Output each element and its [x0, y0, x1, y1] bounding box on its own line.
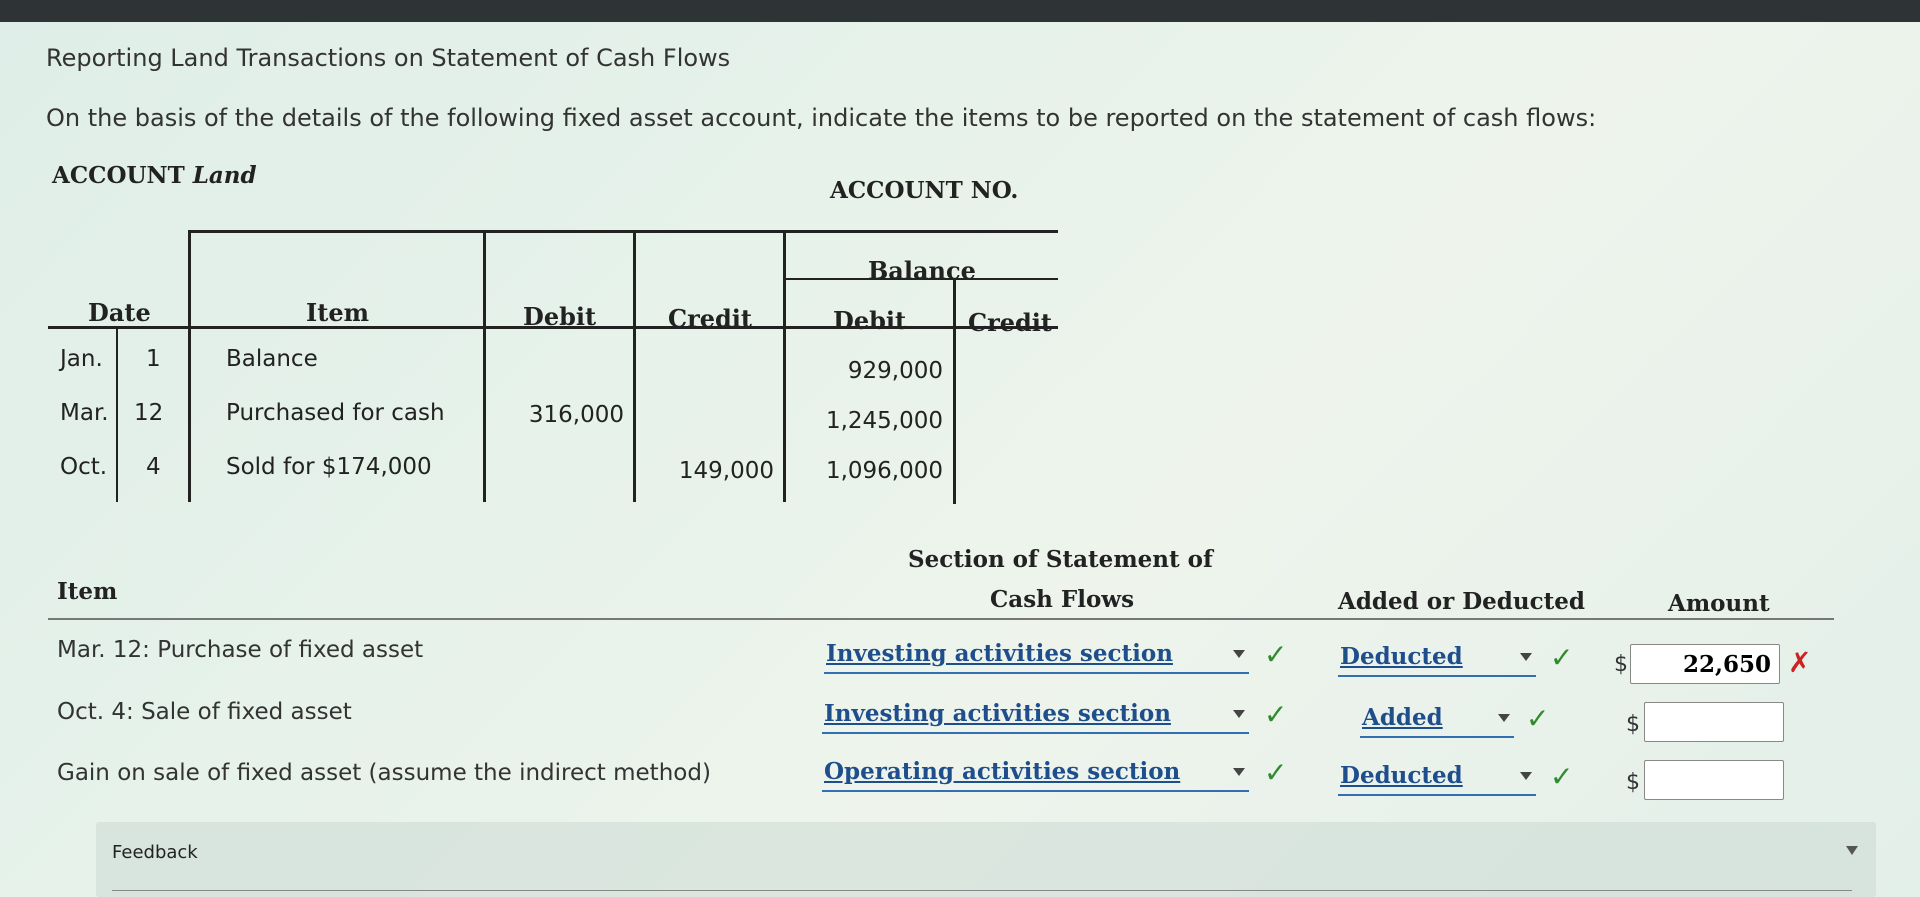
- answer-header-item: Item: [57, 578, 118, 605]
- account-name: ACCOUNT Land: [52, 162, 257, 189]
- row-day: 4: [146, 454, 161, 480]
- feedback-rule: [112, 890, 1852, 891]
- header-date: Date: [88, 298, 151, 327]
- correct-check-icon: ✓: [1550, 641, 1574, 674]
- row-day: 1: [146, 346, 161, 372]
- chevron-down-icon[interactable]: [1846, 846, 1858, 855]
- ledger-col-rule: [953, 278, 956, 504]
- section-dropdown[interactable]: Operating activities section: [822, 756, 1249, 792]
- chevron-down-icon: [1498, 714, 1510, 722]
- correct-check-icon: ✓: [1550, 760, 1574, 793]
- chevron-down-icon: [1233, 710, 1245, 718]
- added-deducted-value: Deducted: [1340, 643, 1463, 670]
- problem-page: Reporting Land Transactions on Statement…: [0, 22, 1920, 897]
- section-dropdown-value: Investing activities section: [824, 700, 1171, 727]
- answer-header-amount: Amount: [1668, 590, 1770, 617]
- answer-header-added-deducted: Added or Deducted: [1338, 588, 1585, 615]
- account-value: Land: [192, 162, 257, 189]
- chevron-down-icon: [1233, 650, 1245, 658]
- answer-row-item: Oct. 4: Sale of fixed asset: [57, 699, 352, 725]
- chevron-down-icon: [1520, 653, 1532, 661]
- row-balance-debit: 1,096,000: [825, 458, 943, 484]
- amount-input[interactable]: [1644, 702, 1784, 742]
- section-dropdown-value: Operating activities section: [824, 758, 1181, 785]
- row-item: Balance: [226, 346, 318, 372]
- correct-check-icon: ✓: [1526, 702, 1550, 735]
- row-credit: 149,000: [678, 458, 774, 484]
- header-balance-debit: Debit: [833, 306, 907, 335]
- incorrect-x-icon: ✗: [1788, 646, 1812, 679]
- account-number-label: ACCOUNT NO.: [830, 177, 1019, 204]
- amount-input[interactable]: [1644, 760, 1784, 800]
- row-day: 12: [134, 400, 164, 426]
- chevron-down-icon: [1233, 768, 1245, 776]
- row-balance-debit: 1,245,000: [825, 408, 943, 434]
- date-split-rule: [116, 326, 118, 502]
- answer-header-section-2: Cash Flows: [990, 586, 1135, 613]
- row-balance-debit: 929,000: [847, 358, 943, 384]
- ledger-col-rule: [188, 230, 191, 502]
- answer-row-item: Gain on sale of fixed asset (assume the …: [57, 760, 711, 786]
- ledger-table: Date Item Debit Credit Balance Debit Cre…: [48, 210, 1058, 510]
- answer-header-rule: [48, 618, 1834, 620]
- feedback-label: Feedback: [112, 842, 198, 863]
- ledger-col-rule: [783, 230, 786, 502]
- header-debit: Debit: [523, 302, 597, 331]
- page-title: Reporting Land Transactions on Statement…: [46, 44, 731, 72]
- row-item: Purchased for cash: [226, 400, 445, 426]
- section-dropdown[interactable]: Investing activities section: [822, 698, 1249, 734]
- correct-check-icon: ✓: [1264, 756, 1288, 789]
- row-month: Oct.: [60, 454, 108, 480]
- ledger-col-rule: [633, 230, 636, 502]
- account-label: ACCOUNT: [52, 162, 185, 189]
- added-deducted-dropdown[interactable]: Added: [1360, 702, 1514, 738]
- chevron-down-icon: [1520, 772, 1532, 780]
- ledger-col-rule: [483, 230, 486, 502]
- section-dropdown-value: Investing activities section: [826, 640, 1173, 667]
- amount-input[interactable]: [1630, 644, 1780, 684]
- currency-symbol: $: [1614, 652, 1628, 677]
- currency-symbol: $: [1626, 712, 1640, 737]
- answer-row-item: Mar. 12: Purchase of fixed asset: [57, 637, 424, 663]
- correct-check-icon: ✓: [1264, 698, 1288, 731]
- added-deducted-dropdown[interactable]: Deducted: [1338, 641, 1536, 677]
- row-month: Jan.: [60, 346, 103, 372]
- section-dropdown[interactable]: Investing activities section: [824, 638, 1249, 674]
- added-deducted-value: Added: [1362, 704, 1443, 731]
- row-item: Sold for $174,000: [226, 454, 432, 480]
- row-month: Mar.: [60, 400, 109, 426]
- added-deducted-dropdown[interactable]: Deducted: [1338, 760, 1536, 796]
- header-credit: Credit: [668, 304, 752, 333]
- header-balance: Balance: [868, 256, 976, 285]
- added-deducted-value: Deducted: [1340, 762, 1463, 789]
- header-balance-credit: Credit: [968, 308, 1052, 337]
- feedback-panel[interactable]: Feedback: [96, 822, 1876, 897]
- currency-symbol: $: [1626, 770, 1640, 795]
- correct-check-icon: ✓: [1264, 638, 1288, 671]
- top-bar: [0, 0, 1920, 22]
- instruction-text: On the basis of the details of the follo…: [46, 104, 1597, 132]
- row-debit: 316,000: [528, 402, 624, 428]
- ledger-top-rule: [188, 230, 1058, 233]
- answer-header-section-1: Section of Statement of: [908, 546, 1213, 573]
- header-item: Item: [306, 298, 369, 327]
